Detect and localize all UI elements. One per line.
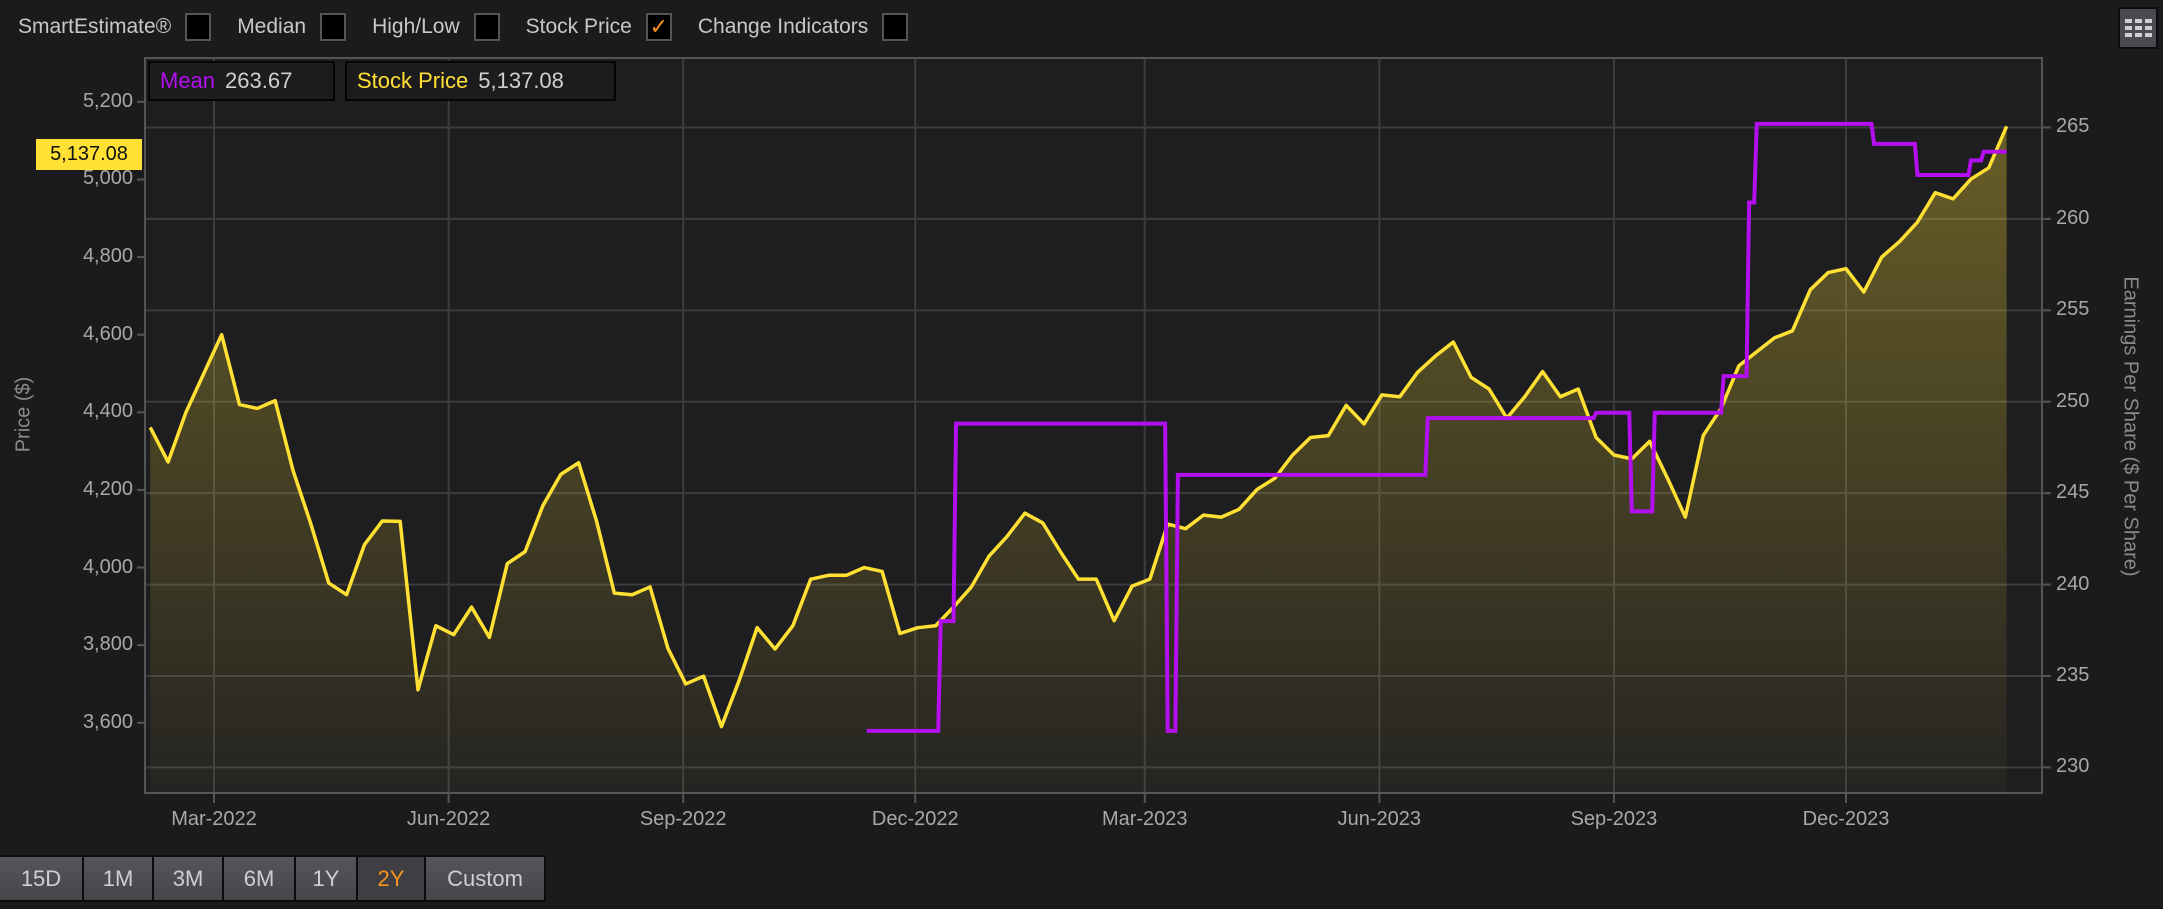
left-tick-label: 4,000 xyxy=(82,555,133,578)
left-tick-label: 5,000 xyxy=(82,167,133,190)
left-axis-title: Price ($) xyxy=(12,376,35,453)
x-tick-label: Mar-2023 xyxy=(1101,808,1188,830)
x-tick-label: Dec-2022 xyxy=(871,808,959,830)
legend-mean-label: Mean xyxy=(160,68,216,93)
eps-price-chart[interactable] xyxy=(0,0,2163,909)
range-custom-button[interactable]: Custom xyxy=(426,857,544,900)
range-6m-button[interactable]: 6M xyxy=(224,857,294,900)
left-tick-label: 3,600 xyxy=(82,710,133,733)
x-tick-label: Sep-2022 xyxy=(639,808,727,830)
left-tick-label: 4,400 xyxy=(82,400,133,423)
right-tick-label: 240 xyxy=(2056,572,2090,595)
left-tick-label: 5,200 xyxy=(82,89,133,112)
right-axis-title: Earnings Per Share ($ Per Share) xyxy=(2119,276,2142,577)
x-tick-label: Jun-2023 xyxy=(1337,808,1422,830)
x-tick-label: Mar-2022 xyxy=(171,808,257,830)
range-3m-button[interactable]: 3M xyxy=(154,857,222,900)
x-tick-label: Sep-2023 xyxy=(1570,808,1658,830)
right-tick-label: 255 xyxy=(2056,298,2090,321)
right-tick-label: 250 xyxy=(2056,389,2090,412)
range-15d-button[interactable]: 15D xyxy=(0,857,82,900)
left-tick-label: 4,600 xyxy=(82,322,133,345)
legend-stock-price: Stock Price 5,137.08 xyxy=(345,61,616,101)
range-selector: 15D 1M 3M 6M 1Y 2Y Custom xyxy=(0,855,546,902)
x-tick-label: Jun-2022 xyxy=(406,808,491,830)
legend-mean: Mean 263.67 xyxy=(148,61,335,101)
right-tick-label: 230 xyxy=(2056,755,2090,778)
right-tick-label: 245 xyxy=(2056,481,2090,504)
right-tick-label: 235 xyxy=(2056,663,2090,686)
current-price-badge: 5,137.08 xyxy=(36,139,142,170)
right-tick-label: 265 xyxy=(2056,115,2090,138)
legend-price-value: 5,137.08 xyxy=(478,68,564,93)
legend-price-label: Stock Price xyxy=(357,68,469,93)
left-tick-label: 4,800 xyxy=(82,245,133,268)
legend-mean-value: 263.67 xyxy=(225,68,293,93)
range-1y-button[interactable]: 1Y xyxy=(296,857,356,900)
right-tick-label: 260 xyxy=(2056,206,2090,229)
x-tick-label: Dec-2023 xyxy=(1802,808,1890,830)
range-1m-button[interactable]: 1M xyxy=(84,857,152,900)
left-tick-label: 3,800 xyxy=(82,633,133,656)
range-2y-button[interactable]: 2Y xyxy=(358,857,424,900)
left-tick-label: 4,200 xyxy=(82,477,133,500)
